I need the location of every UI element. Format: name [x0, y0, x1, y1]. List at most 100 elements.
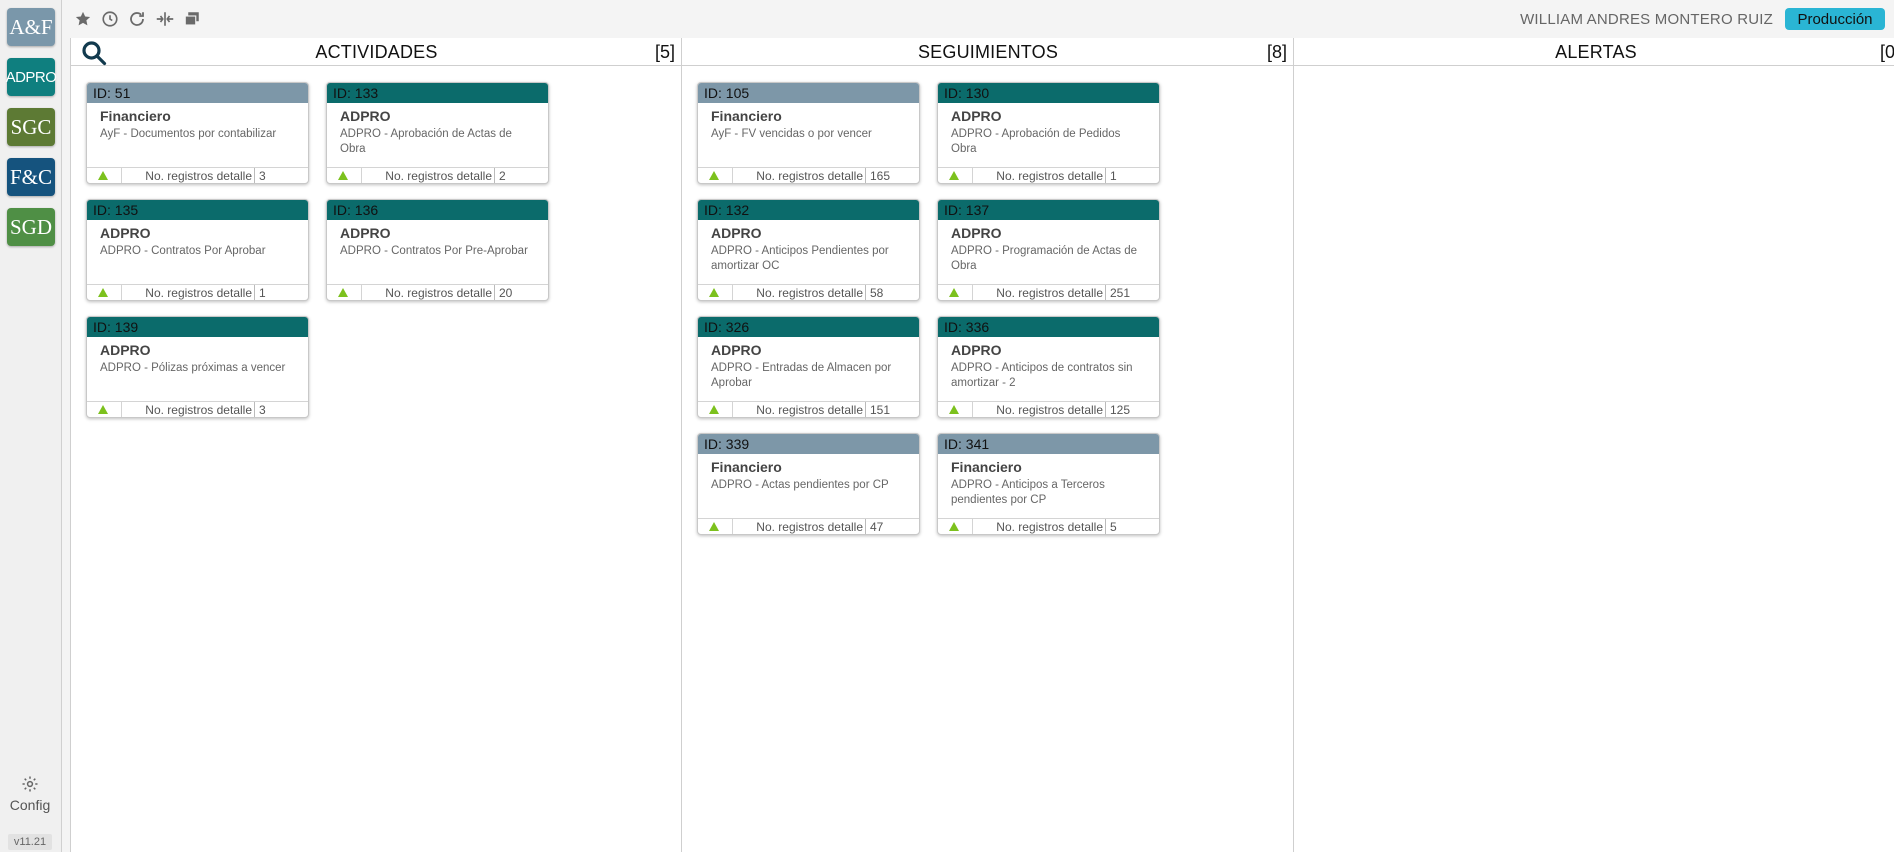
- card-record-count: 58: [870, 286, 884, 300]
- tracking-card[interactable]: ID: 326 ADPRO ADPRO - Entradas de Almacen…: [697, 316, 920, 418]
- card-record-count: 1: [1110, 169, 1117, 183]
- card-category: ADPRO: [951, 225, 1002, 241]
- card-footer: No. registros detalle 20: [327, 284, 548, 300]
- card-footer-label: No. registros detalle: [756, 403, 863, 417]
- card-id: ID: 135: [87, 200, 308, 220]
- card-record-count: 3: [259, 403, 266, 417]
- card-footer-label: No. registros detalle: [145, 403, 252, 417]
- card-description: ADPRO - Anticipos a Terceros pendientes …: [951, 479, 1105, 506]
- card-footer: No. registros detalle 165: [698, 167, 919, 183]
- card-footer: No. registros detalle 3: [87, 401, 308, 417]
- tracking-card[interactable]: ID: 137 ADPRO ADPRO - Programación de Act…: [937, 199, 1160, 301]
- card-description: ADPRO - Anticipos Pendientes por amortiz…: [711, 245, 889, 272]
- card-category: Financiero: [951, 459, 1022, 475]
- card-description: ADPRO - Anticipos de contratos sin amort…: [951, 362, 1133, 389]
- card-description: ADPRO - Contratos Por Pre-Aprobar: [340, 245, 528, 257]
- card-footer-label: No. registros detalle: [756, 286, 863, 300]
- triangle-up-icon: [98, 171, 108, 180]
- split-columns-icon[interactable]: [154, 10, 176, 28]
- app-button-fc[interactable]: F&C: [7, 158, 55, 196]
- card-footer-label: No. registros detalle: [145, 286, 252, 300]
- card-category: Financiero: [100, 108, 171, 124]
- tracking-card[interactable]: ID: 130 ADPRO ADPRO - Aprobación de Pedid…: [937, 82, 1160, 184]
- card-record-count: 251: [1110, 286, 1131, 300]
- windows-icon[interactable]: [183, 10, 201, 28]
- card-id: ID: 326: [698, 317, 919, 337]
- tracking-card[interactable]: ID: 336 ADPRO ADPRO - Anticipos de contra…: [937, 316, 1160, 418]
- triangle-up-icon: [709, 171, 719, 180]
- card-description: ADPRO - Programación de Actas de Obra: [951, 245, 1137, 272]
- card-footer: No. registros detalle 58: [698, 284, 919, 300]
- card-category: Financiero: [711, 108, 782, 124]
- config-label: Config: [9, 797, 51, 813]
- user-name: WILLIAM ANDRES MONTERO RUIZ: [1520, 11, 1773, 28]
- triangle-up-icon: [949, 288, 959, 297]
- card-id: ID: 137: [938, 200, 1159, 220]
- card-record-count: 125: [1110, 403, 1131, 417]
- triangle-up-icon: [98, 405, 108, 414]
- app-button-sgd[interactable]: SGD: [7, 208, 55, 246]
- card-description: ADPRO - Entradas de Almacen por Aprobar: [711, 362, 892, 389]
- card-record-count: 47: [870, 520, 884, 534]
- card-footer-label: No. registros detalle: [385, 286, 492, 300]
- card-id: ID: 132: [698, 200, 919, 220]
- card-footer: No. registros detalle 125: [938, 401, 1159, 417]
- activity-card[interactable]: ID: 135 ADPRO ADPRO - Contratos Por Aprob…: [86, 199, 309, 301]
- tracking-card[interactable]: ID: 105 Financiero AyF - FV vencidas o po…: [697, 82, 920, 184]
- card-category: ADPRO: [100, 342, 151, 358]
- card-record-count: 151: [870, 403, 891, 417]
- app-button-adpro[interactable]: ADPRO: [6, 58, 57, 96]
- column-alertas: ALERTAS [0: [1293, 38, 1894, 852]
- refresh-icon[interactable]: [128, 10, 146, 28]
- triangle-up-icon: [338, 288, 348, 297]
- triangle-up-icon: [98, 288, 108, 297]
- app-button-sgc[interactable]: SGC: [7, 108, 55, 146]
- tracking-card[interactable]: ID: 341 Financiero ADPRO - Anticipos a Te…: [937, 433, 1160, 535]
- activity-card[interactable]: ID: 51 Financiero AyF - Documentos por co…: [86, 82, 309, 184]
- star-icon[interactable]: [74, 10, 92, 28]
- card-id: ID: 51: [87, 83, 308, 103]
- card-footer: No. registros detalle 5: [938, 518, 1159, 534]
- card-record-count: 165: [870, 169, 891, 183]
- history-icon[interactable]: [101, 10, 119, 28]
- card-footer-label: No. registros detalle: [756, 169, 863, 183]
- column-header: SEGUIMIENTOS [8]: [682, 38, 1294, 66]
- card-footer-label: No. registros detalle: [996, 520, 1103, 534]
- card-record-count: 5: [1110, 520, 1117, 534]
- card-footer: No. registros detalle 1: [87, 284, 308, 300]
- triangle-up-icon: [709, 405, 719, 414]
- card-record-count: 3: [259, 169, 266, 183]
- card-category: ADPRO: [711, 342, 762, 358]
- column-title: SEGUIMIENTOS: [917, 42, 1059, 62]
- column-title: ALERTAS: [1555, 42, 1637, 62]
- card-footer-label: No. registros detalle: [996, 169, 1103, 183]
- tracking-card[interactable]: ID: 339 Financiero ADPRO - Actas pendient…: [697, 433, 920, 535]
- activity-card[interactable]: ID: 136 ADPRO ADPRO - Contratos Por Pre-A…: [326, 199, 549, 301]
- card-footer: No. registros detalle 3: [87, 167, 308, 183]
- column-count: [5]: [654, 42, 675, 62]
- environment-badge[interactable]: Producción: [1785, 8, 1885, 30]
- card-record-count: 20: [499, 286, 513, 300]
- triangle-up-icon: [338, 171, 348, 180]
- card-id: ID: 105: [698, 83, 919, 103]
- card-record-count: 2: [499, 169, 506, 183]
- tracking-card[interactable]: ID: 132 ADPRO ADPRO - Anticipos Pendiente…: [697, 199, 920, 301]
- activity-card[interactable]: ID: 139 ADPRO ADPRO - Pólizas próximas a …: [86, 316, 309, 418]
- card-footer-label: No. registros detalle: [996, 403, 1103, 417]
- column-count: [8]: [1266, 42, 1287, 62]
- card-category: ADPRO: [951, 342, 1002, 358]
- config-button[interactable]: Config: [0, 775, 60, 813]
- triangle-up-icon: [949, 171, 959, 180]
- card-category: ADPRO: [951, 108, 1002, 124]
- activity-card[interactable]: ID: 133 ADPRO ADPRO - Aprobación de Actas…: [326, 82, 549, 184]
- column-seguimientos: SEGUIMIENTOS [8] ID: 105 Financiero AyF -…: [681, 38, 1294, 852]
- card-description: ADPRO - Contratos Por Aprobar: [100, 245, 266, 257]
- card-footer: No. registros detalle 47: [698, 518, 919, 534]
- card-id: ID: 130: [938, 83, 1159, 103]
- card-footer-label: No. registros detalle: [996, 286, 1103, 300]
- app-button-af[interactable]: A&F: [7, 8, 55, 46]
- card-footer: No. registros detalle 2: [327, 167, 548, 183]
- column-count: [0: [1879, 42, 1894, 62]
- card-category: ADPRO: [340, 108, 391, 124]
- triangle-up-icon: [709, 288, 719, 297]
